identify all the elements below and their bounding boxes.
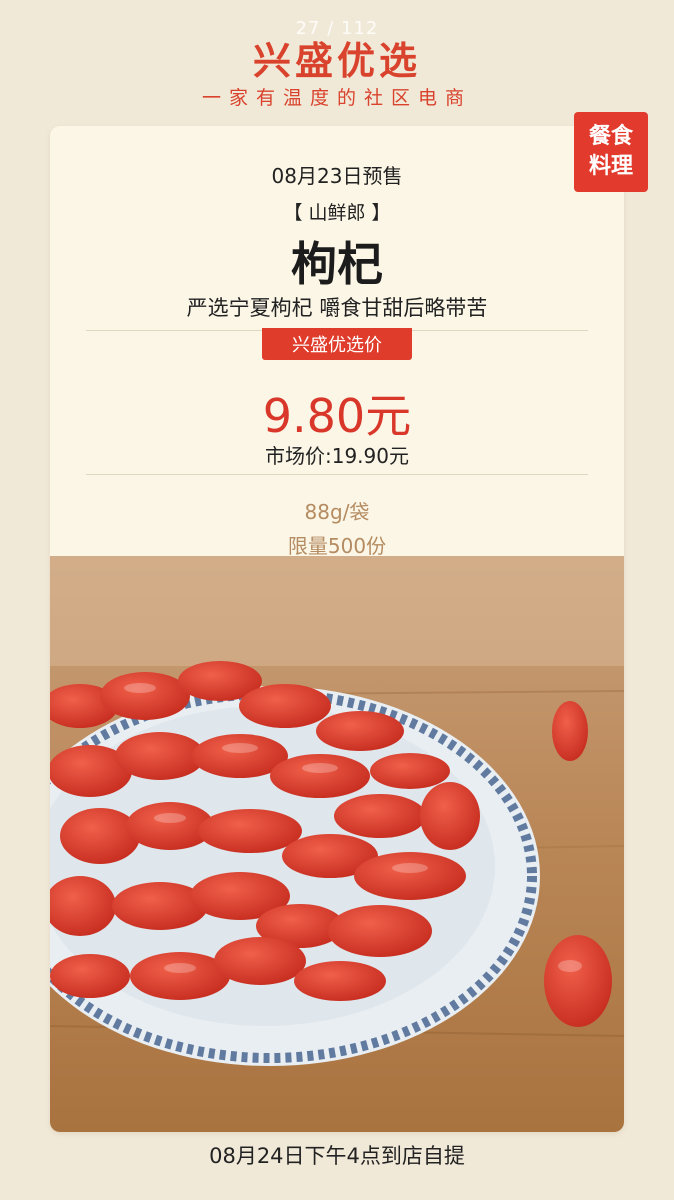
- divider-bottom: [86, 474, 588, 475]
- category-badge-line2: 料理: [588, 154, 633, 179]
- goji-berry-photo: [50, 556, 624, 1132]
- sale-price: 9.80元: [262, 389, 412, 443]
- brand-slogan: 一家有温度的社区电商: [201, 87, 472, 109]
- product-image[interactable]: [50, 556, 624, 1132]
- supplier-name: 【 山鲜郎 】: [283, 202, 391, 224]
- market-price: 市场价:19.90元: [265, 444, 409, 468]
- price-label-badge: 兴盛优选价: [262, 328, 412, 360]
- brand-logo-text: 兴盛优选: [252, 39, 421, 83]
- category-badge-line1: 餐食: [588, 124, 633, 149]
- product-title: 枸杞: [291, 237, 383, 291]
- product-description: 严选宁夏枸杞 嚼食甘甜后略带苦: [186, 296, 488, 320]
- product-spec: 88g/袋: [304, 500, 370, 524]
- pickup-time: 08月24日下午4点到店自提: [209, 1144, 465, 1168]
- stock-limit: 限量500份: [287, 534, 387, 558]
- category-badge: 餐食 料理: [574, 112, 648, 192]
- presale-date: 08月23日预售: [271, 164, 403, 188]
